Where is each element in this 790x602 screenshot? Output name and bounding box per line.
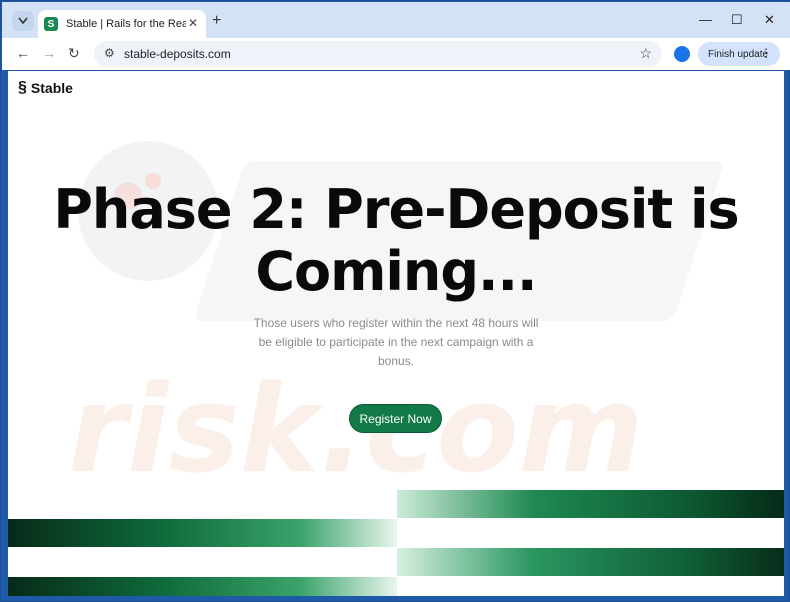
browser-tab[interactable]: S Stable | Rails for the Real World ✕ [38,10,206,38]
finish-update-button[interactable]: Finish update ⋮ [698,42,780,66]
minimize-icon[interactable]: — [699,12,712,27]
bookmark-star-icon[interactable]: ☆ [639,45,652,62]
page-headline: Phase 2: Pre-Deposit is Coming... [53,178,739,303]
decor-stripe [397,548,784,576]
tab-title: Stable | Rails for the Real World [66,18,186,30]
site-info-icon[interactable]: ⚙ [104,46,115,60]
url-text[interactable]: stable-deposits.com [124,47,231,61]
brand-name: Stable [30,80,73,96]
browser-chrome: S Stable | Rails for the Real World ✕ + … [2,2,790,70]
close-window-icon[interactable]: ✕ [764,12,775,28]
new-tab-button[interactable]: + [212,12,221,30]
browser-toolbar: ← → ↻ ⚙ stable-deposits.com ☆ Finish upd… [2,38,790,70]
profile-avatar-icon[interactable] [674,46,690,62]
forward-icon[interactable]: → [42,45,56,61]
decor-stripe [397,490,784,518]
register-now-button[interactable]: Register Now [349,404,442,433]
chevron-down-icon [18,17,28,25]
brand-logo[interactable]: § Stable [18,79,73,97]
back-icon[interactable]: ← [16,45,30,61]
reload-icon[interactable]: ↻ [68,45,80,62]
browser-window: S Stable | Rails for the Real World ✕ + … [0,0,790,602]
address-bar[interactable]: ⚙ stable-deposits.com ☆ [94,41,662,67]
favicon-icon: S [44,17,58,31]
menu-kebab-icon[interactable]: ⋮ [760,46,772,60]
maximize-icon[interactable]: ☐ [731,12,743,28]
decor-stripe [8,577,397,596]
page-viewport: risk.com § Stable Phase 2: Pre-Deposit i… [8,71,784,596]
tab-search-button[interactable] [12,11,34,31]
stable-logo-icon: § [18,79,27,96]
close-tab-icon[interactable]: ✕ [188,16,198,30]
tab-bar: S Stable | Rails for the Real World ✕ + … [2,2,790,38]
page-subtext: Those users who register within the next… [253,316,539,368]
decor-stripe [8,519,397,547]
